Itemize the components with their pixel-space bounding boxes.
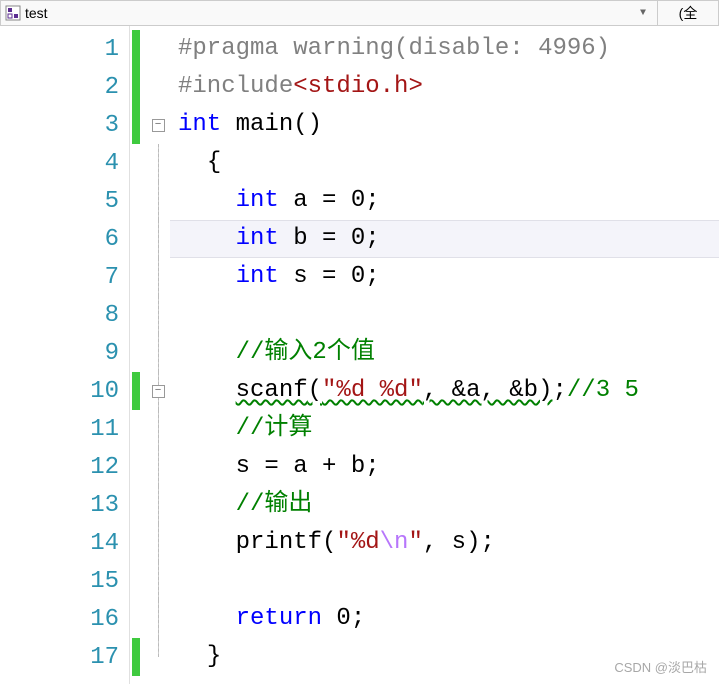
line-number: 14 bbox=[0, 524, 129, 562]
marker-row bbox=[130, 638, 146, 676]
line-number: 2 bbox=[0, 68, 129, 106]
editor-top-bar: test ▼ (全 bbox=[0, 0, 719, 26]
code-line: printf("%d\n", s); bbox=[170, 524, 719, 562]
watermark: CSDN @淡巴枯 bbox=[614, 657, 707, 676]
line-number: 10 bbox=[0, 372, 129, 410]
code-line: s = a + b; bbox=[170, 448, 719, 486]
change-marker-icon bbox=[132, 106, 140, 144]
line-number: 7 bbox=[0, 258, 129, 296]
change-marker-column bbox=[130, 26, 146, 684]
change-marker-icon bbox=[132, 638, 140, 676]
scope-dropdown[interactable]: (全 bbox=[658, 1, 718, 25]
code-line: #include<stdio.h> bbox=[170, 68, 719, 106]
line-number-gutter: 1 2 3 4 5 6 7 8 9 10 11 12 13 14 15 16 1… bbox=[0, 26, 130, 684]
marker-row bbox=[130, 372, 146, 410]
line-number: 3 bbox=[0, 106, 129, 144]
code-line: { bbox=[170, 144, 719, 182]
line-number: 4 bbox=[0, 144, 129, 182]
line-number: 11 bbox=[0, 410, 129, 448]
fold-toggle-icon[interactable]: − bbox=[152, 119, 165, 132]
change-marker-icon bbox=[132, 372, 140, 410]
line-number: 12 bbox=[0, 448, 129, 486]
fold-toggle-icon[interactable]: − bbox=[152, 385, 165, 398]
fold-column: − − bbox=[146, 26, 170, 684]
file-name: test bbox=[25, 5, 48, 21]
code-line-current: int b = 0; bbox=[170, 220, 719, 258]
change-marker-icon bbox=[132, 68, 140, 106]
code-line: return 0; bbox=[170, 600, 719, 638]
cpp-file-icon bbox=[5, 5, 21, 21]
line-number: 9 bbox=[0, 334, 129, 372]
chevron-down-icon[interactable]: ▼ bbox=[633, 1, 653, 25]
line-number: 5 bbox=[0, 182, 129, 220]
marker-row bbox=[130, 106, 146, 144]
code-line: //计算 bbox=[170, 410, 719, 448]
code-area[interactable]: #pragma warning(disable: 4996) #include<… bbox=[170, 26, 719, 684]
line-number: 16 bbox=[0, 600, 129, 638]
file-dropdown[interactable]: test ▼ bbox=[1, 1, 658, 25]
code-line: int s = 0; bbox=[170, 258, 719, 296]
code-line: //输出 bbox=[170, 486, 719, 524]
code-line: #pragma warning(disable: 4996) bbox=[170, 30, 719, 68]
code-line bbox=[170, 296, 719, 334]
line-number: 15 bbox=[0, 562, 129, 600]
line-number: 13 bbox=[0, 486, 129, 524]
code-line: scanf("%d %d", &a, &b);//3 5 bbox=[170, 372, 719, 410]
code-line bbox=[170, 562, 719, 600]
line-number: 1 bbox=[0, 30, 129, 68]
line-number: 8 bbox=[0, 296, 129, 334]
code-line: int main() bbox=[170, 106, 719, 144]
code-editor: 1 2 3 4 5 6 7 8 9 10 11 12 13 14 15 16 1… bbox=[0, 26, 719, 684]
code-line: //输入2个值 bbox=[170, 334, 719, 372]
scope-label: (全 bbox=[679, 3, 698, 23]
line-number: 6 bbox=[0, 220, 129, 258]
marker-row bbox=[130, 30, 146, 68]
code-line: int a = 0; bbox=[170, 182, 719, 220]
change-marker-icon bbox=[132, 30, 140, 68]
line-number: 17 bbox=[0, 638, 129, 676]
marker-row bbox=[130, 68, 146, 106]
